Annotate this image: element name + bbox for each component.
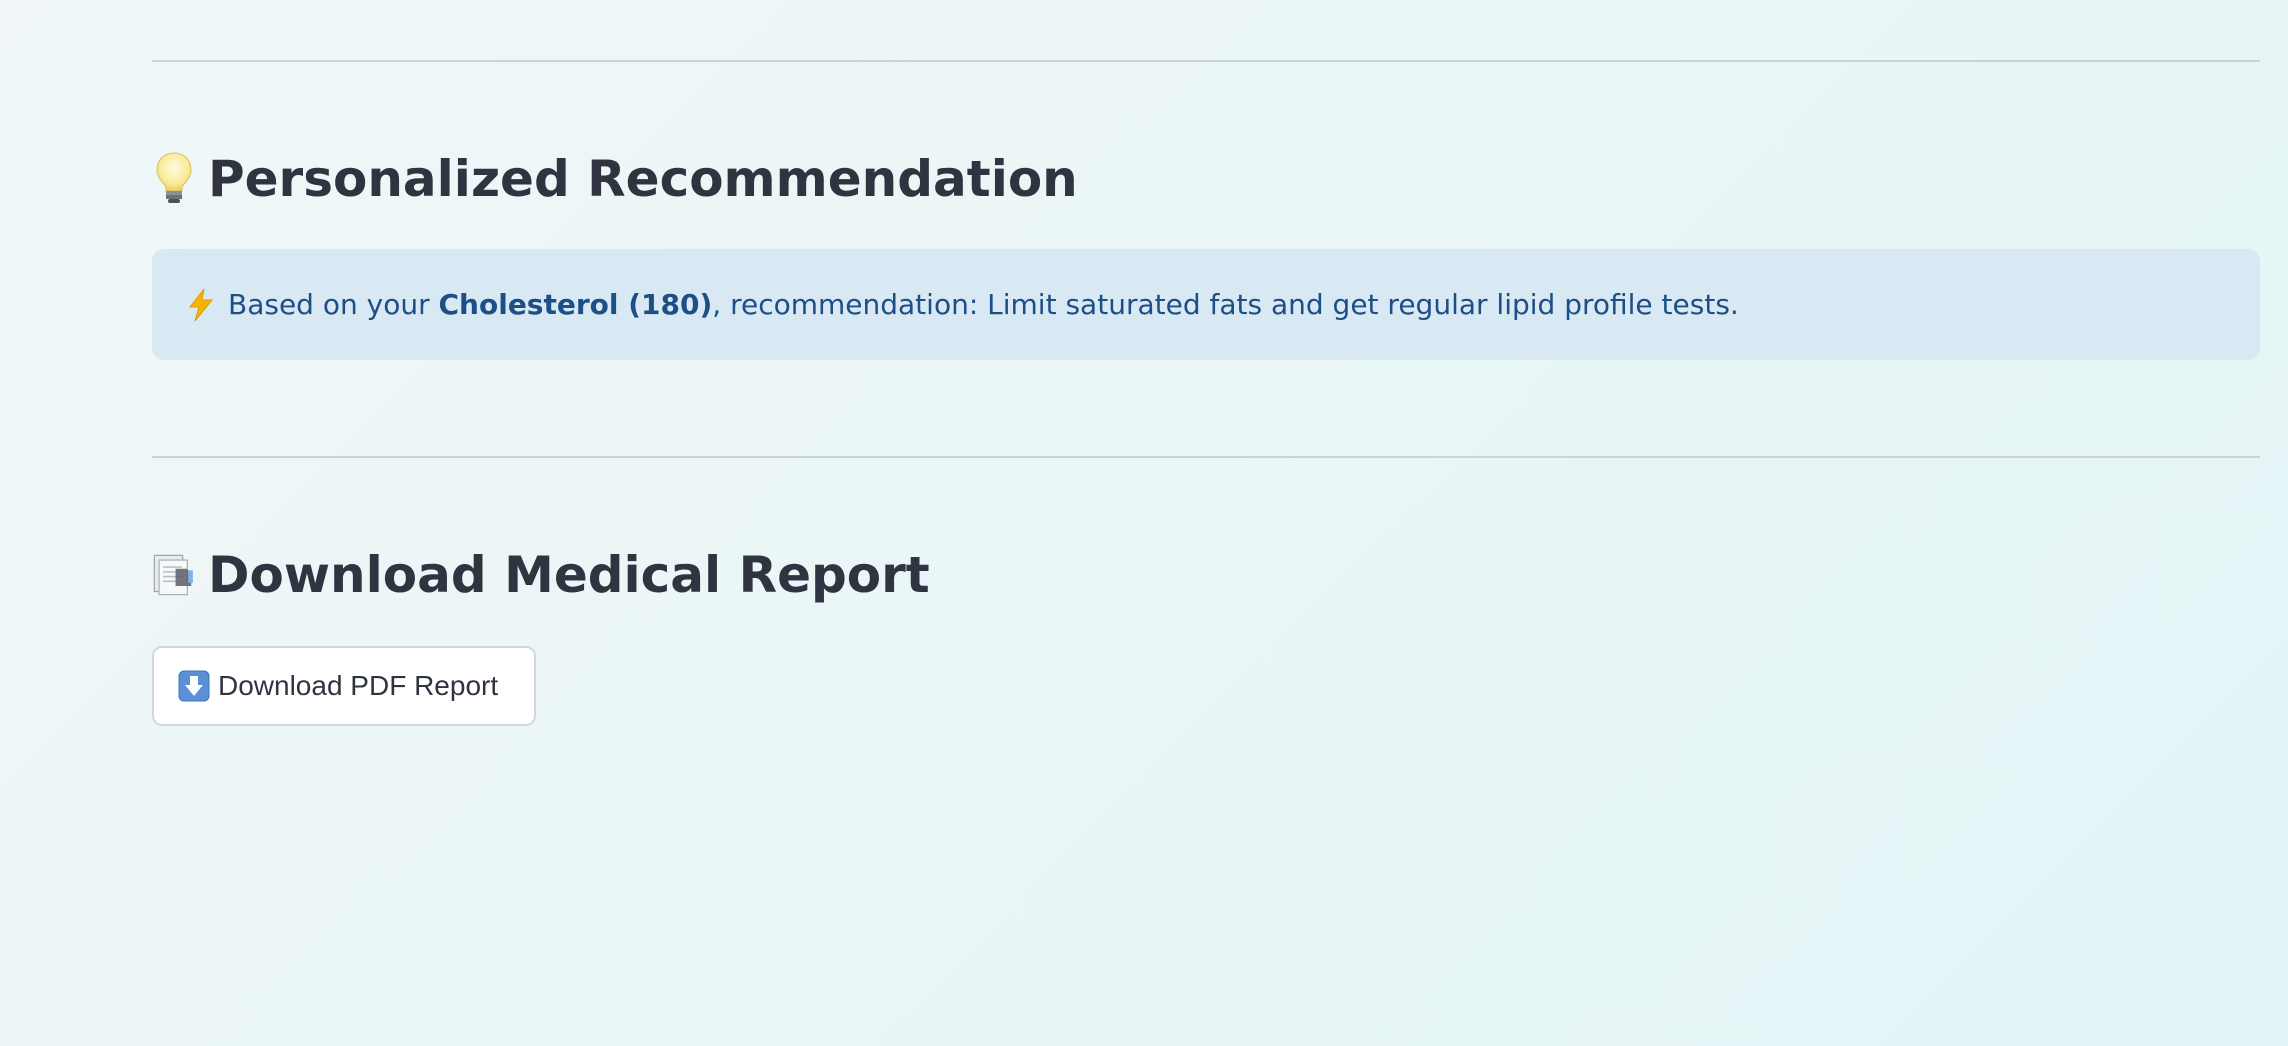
- down-arrow-icon: [178, 670, 210, 702]
- alert-text: Based on your Cholesterol (180), recomme…: [228, 288, 1739, 321]
- alert-suffix: , recommendation: Limit saturated fats a…: [712, 288, 1739, 321]
- lightning-icon: [186, 288, 216, 322]
- download-title: Download Medical Report: [208, 546, 930, 604]
- recommendation-title: Personalized Recommendation: [208, 150, 1078, 208]
- metric-highlight: Cholesterol (180): [438, 288, 713, 321]
- lightbulb-icon: [152, 151, 196, 207]
- document-icon: [152, 547, 196, 603]
- alert-prefix: Based on your: [228, 288, 439, 321]
- recommendation-alert: Based on your Cholesterol (180), recomme…: [152, 249, 2260, 360]
- download-button-label: Download PDF Report: [218, 670, 499, 701]
- download-heading: Download Medical Report: [152, 546, 930, 604]
- section-divider: [152, 456, 2260, 458]
- recommendation-heading: Personalized Recommendation: [152, 150, 1078, 208]
- download-pdf-button[interactable]: Download PDF Report: [152, 646, 536, 726]
- section-divider: [152, 60, 2260, 62]
